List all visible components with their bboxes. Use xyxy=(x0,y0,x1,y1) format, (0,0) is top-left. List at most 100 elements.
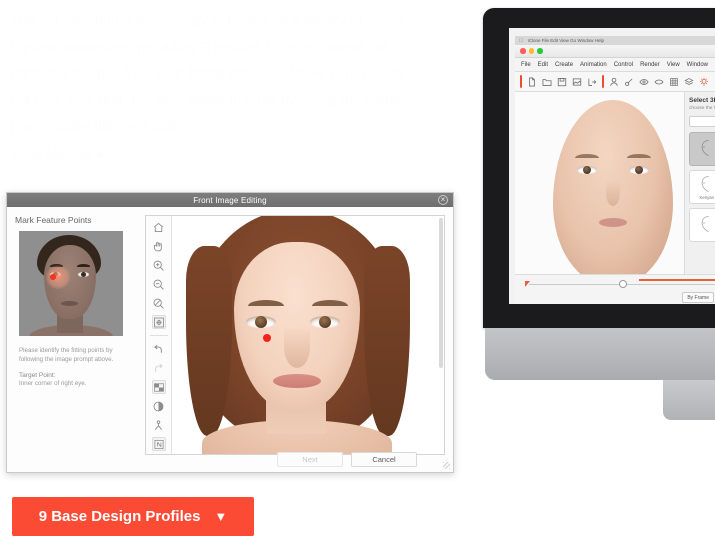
timeline-controls: By Frame xyxy=(519,292,715,303)
image-icon[interactable] xyxy=(572,77,582,87)
canvas-scrollbar[interactable] xyxy=(439,218,443,368)
reference-target-marker xyxy=(50,274,56,280)
profile-card-selected[interactable] xyxy=(689,132,715,166)
eye-off-icon[interactable] xyxy=(654,77,664,87)
profile-card-5[interactable] xyxy=(689,208,715,242)
menu-item-animation[interactable]: Animation xyxy=(580,62,607,68)
zoom-out-icon[interactable] xyxy=(152,277,166,291)
next-button[interactable]: Next xyxy=(277,451,343,467)
redo-icon[interactable] xyxy=(152,361,166,375)
zoom-reset-icon[interactable] xyxy=(152,296,166,310)
layers-icon[interactable] xyxy=(684,77,694,87)
profile-card-label: Kenyan xyxy=(699,194,715,200)
timeline-track[interactable] xyxy=(519,279,715,289)
timeline-bar: By Frame xyxy=(515,274,715,304)
timeline-playhead-handle[interactable] xyxy=(619,280,627,288)
target-point-value: Inner corner of right eye. xyxy=(19,380,87,387)
cancel-button[interactable]: Cancel xyxy=(351,451,417,467)
monitor-chin xyxy=(485,328,715,380)
dialog-body: Mark Feature Points Please identify the … xyxy=(7,207,453,455)
editor-tool-strip xyxy=(146,216,172,454)
profile-card-kenyan[interactable]: Kenyan xyxy=(689,170,715,204)
character-icon[interactable] xyxy=(609,77,619,87)
panel-subtitle: choose the head shape xyxy=(689,106,715,111)
undo-icon[interactable] xyxy=(152,342,166,356)
intro-paragraph: The 3D face fitting technology is based … xyxy=(10,13,407,135)
feature-point-marker[interactable] xyxy=(263,334,271,342)
dialog-left-panel: Mark Feature Points Please identify the … xyxy=(15,215,137,455)
menu-item-view[interactable]: View xyxy=(667,62,680,68)
timeline-mode-button[interactable]: By Frame xyxy=(682,292,714,303)
image-editor-area xyxy=(145,215,445,455)
zoom-in-icon[interactable] xyxy=(152,258,166,272)
menu-item-file[interactable]: File xyxy=(521,62,531,68)
iclone-app-window:  iClone File Edit View Go Window Help F… xyxy=(515,36,715,304)
timeline-start-marker[interactable] xyxy=(525,281,530,287)
photo-nose xyxy=(284,326,310,368)
view-manual-link[interactable]: View Manual ▶ xyxy=(10,147,106,163)
menu-item-control[interactable]: Control xyxy=(614,62,633,68)
intro-text-block: The 3D face fitting technology is based … xyxy=(10,8,415,164)
contrast-circle-icon[interactable] xyxy=(152,399,166,413)
home-icon[interactable] xyxy=(152,220,166,234)
photo-brow-right xyxy=(312,300,348,306)
open-folder-icon[interactable] xyxy=(542,77,552,87)
model-brow-right xyxy=(627,154,651,158)
fit-screen-icon[interactable] xyxy=(151,315,166,329)
gender-dropdown[interactable]: Male xyxy=(689,116,715,127)
export-icon[interactable] xyxy=(587,77,597,87)
instruction-hint: Please identify the fitting points by fo… xyxy=(19,347,114,363)
view-manual-label: View Manual xyxy=(10,146,93,163)
cta-label: 9 Base Design Profiles xyxy=(38,508,201,525)
toolbar-divider-1 xyxy=(520,75,522,88)
window-minimize-button[interactable] xyxy=(528,48,534,54)
monitor-bezel:  iClone File Edit View Go Window Help F… xyxy=(483,8,715,328)
model-brow-left xyxy=(575,154,599,158)
reference-highlight-glow xyxy=(45,265,71,289)
dialog-title-bar: Front Image Editing × xyxy=(7,193,453,207)
imac-mockup:  iClone File Edit View Go Window Help F… xyxy=(483,8,715,428)
photo-hair-right xyxy=(364,246,410,436)
chevron-down-icon: ▼ xyxy=(214,509,228,524)
front-image-editing-dialog: Front Image Editing × Mark Feature Point… xyxy=(6,192,454,473)
pan-hand-icon[interactable] xyxy=(152,239,166,253)
page-root: The 3D face fitting technology is based … xyxy=(0,0,715,536)
toolbar-divider-2 xyxy=(602,75,604,88)
attach-icon[interactable] xyxy=(624,77,634,87)
app-toolbar xyxy=(515,72,715,92)
tool-divider xyxy=(149,335,168,336)
model-eye-left xyxy=(577,166,597,174)
photo-eye-left xyxy=(246,316,276,328)
new-file-icon[interactable] xyxy=(527,77,537,87)
menu-item-create[interactable]: Create xyxy=(555,62,573,68)
window-close-button[interactable] xyxy=(520,48,526,54)
menu-item-render[interactable]: Render xyxy=(640,62,660,68)
window-title-bar xyxy=(515,45,715,58)
apple-logo-icon:  xyxy=(519,38,523,44)
eye-icon[interactable] xyxy=(639,77,649,87)
profile-grid: Caucasian Kenyan Asian xyxy=(689,132,715,242)
light-icon[interactable] xyxy=(699,77,709,87)
editing-canvas[interactable] xyxy=(172,216,444,454)
model-eye-right xyxy=(629,166,649,174)
base-design-profiles-button[interactable]: 9 Base Design Profiles ▼ xyxy=(12,497,254,536)
timeline-range-highlight xyxy=(639,279,715,281)
target-point-label: Target Point: xyxy=(19,372,56,379)
monitor-screen:  iClone File Edit View Go Window Help F… xyxy=(509,28,715,304)
dialog-title: Front Image Editing xyxy=(193,195,267,205)
photo-mouth xyxy=(273,374,321,388)
model-mouth xyxy=(599,218,627,227)
dialog-resize-handle[interactable] xyxy=(443,462,450,469)
monitor-stand xyxy=(663,380,715,420)
save-icon[interactable] xyxy=(557,77,567,87)
menu-item-window[interactable]: Window xyxy=(687,62,708,68)
window-maximize-button[interactable] xyxy=(537,48,543,54)
system-bar-menus: iClone File Edit View Go Window Help xyxy=(524,38,604,43)
brightness-contrast-icon[interactable] xyxy=(151,380,166,394)
menu-item-edit[interactable]: Edit xyxy=(538,62,548,68)
grid-icon[interactable] xyxy=(669,77,679,87)
face-profile-panel: Select 3D Face Profile choose the head s… xyxy=(684,92,715,274)
macos-system-bar:  iClone File Edit View Go Window Help xyxy=(515,36,715,45)
symmetry-icon[interactable] xyxy=(152,418,166,432)
close-icon[interactable]: × xyxy=(438,195,448,205)
